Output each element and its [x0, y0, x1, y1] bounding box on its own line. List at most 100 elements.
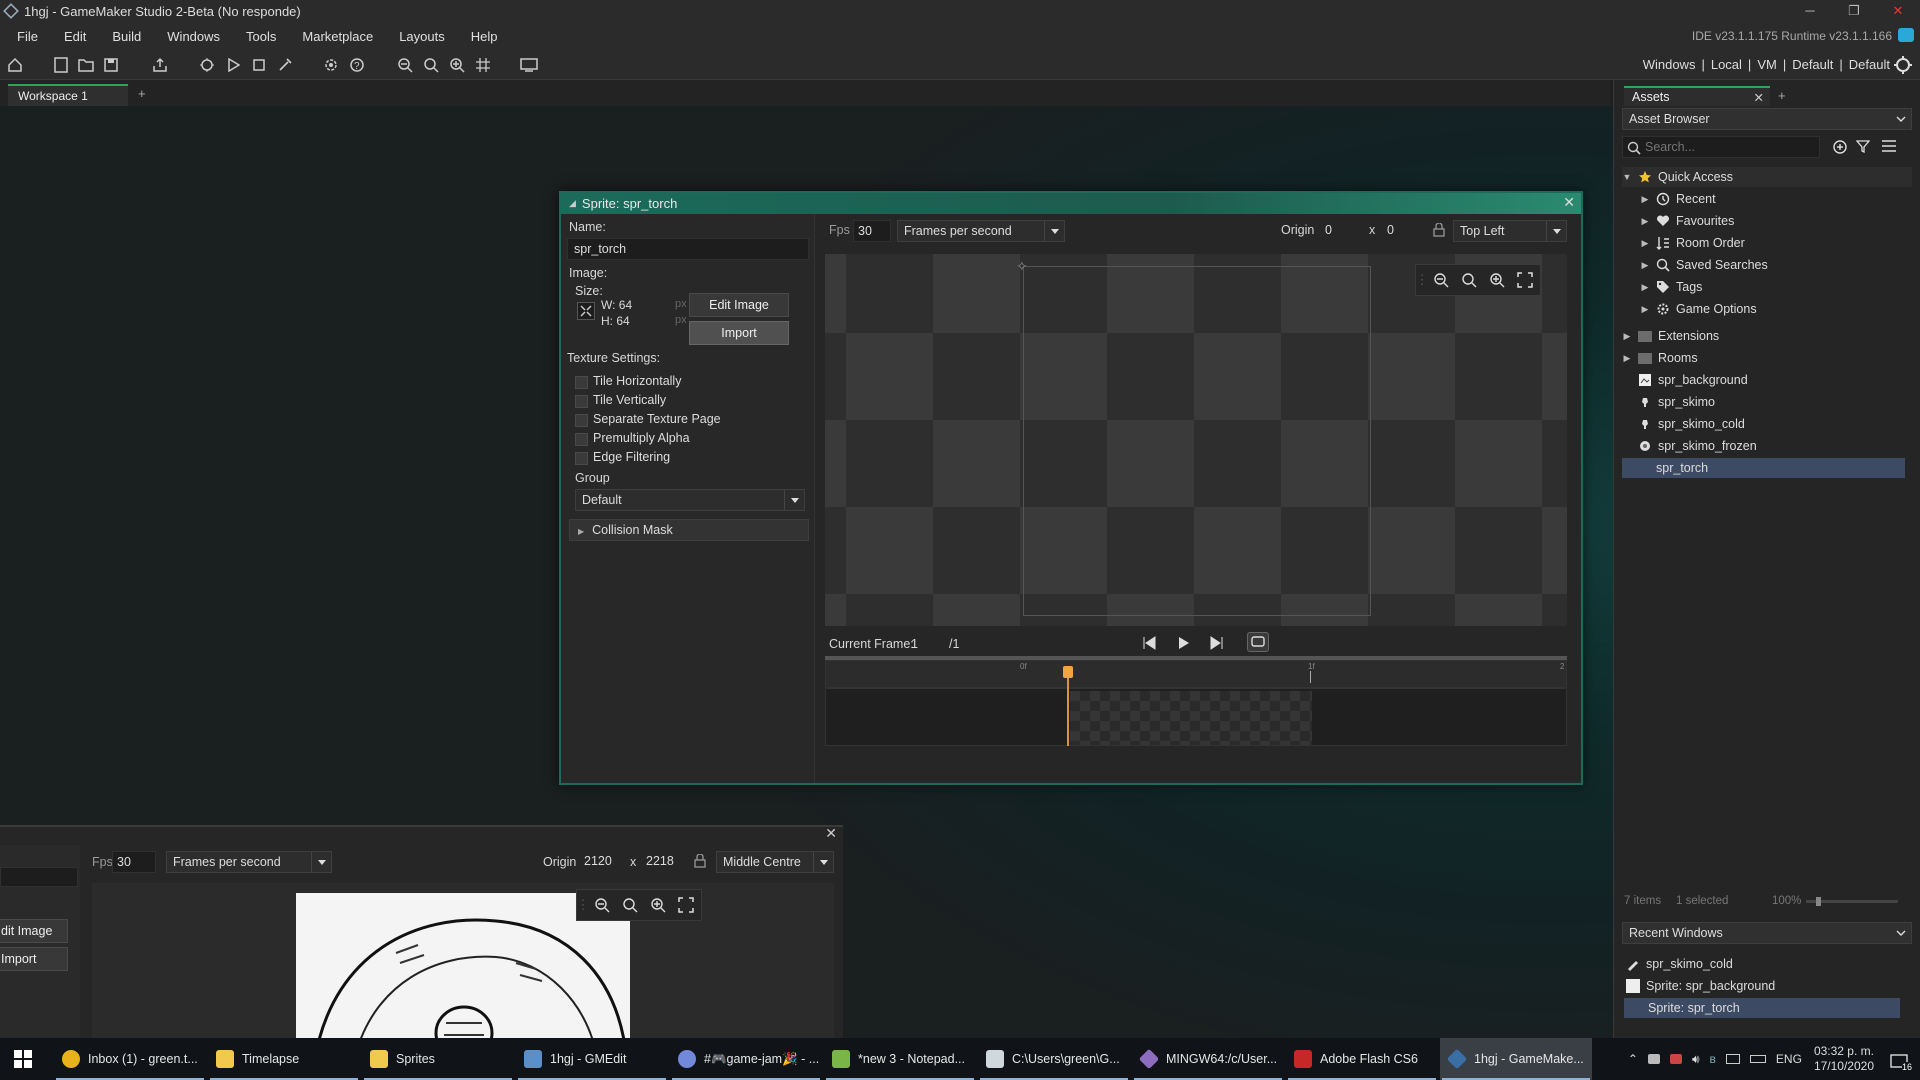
asset-browser-select[interactable]: Asset Browser — [1622, 108, 1912, 130]
origin-y-input[interactable]: 0 — [1381, 220, 1421, 242]
fps-mode-select[interactable]: Frames per second — [897, 220, 1065, 242]
recent-window-item[interactable]: Sprite: spr_background — [1626, 976, 1916, 996]
asset-spr-skimo[interactable]: spr_skimo — [1638, 392, 1920, 412]
loop-icon[interactable] — [1247, 632, 1269, 652]
workspace-canvas[interactable]: ◢ Sprite: spr_torch ✕ Name: spr_torch Im… — [0, 106, 1613, 1038]
settings-gear-icon[interactable] — [320, 54, 342, 76]
app-tray-icon[interactable] — [1647, 1054, 1660, 1064]
taskbar-item-mingw[interactable]: MINGW64:/c/User... — [1132, 1038, 1284, 1080]
menu-windows[interactable]: Windows — [154, 29, 233, 44]
menu-tools[interactable]: Tools — [233, 29, 289, 44]
zoom-out-icon[interactable] — [394, 54, 416, 76]
tab-workspace-1[interactable]: Workspace 1 — [8, 84, 128, 106]
quick-item-game-options[interactable]: ▶ Game Options — [1640, 299, 1920, 319]
quick-item-tags[interactable]: ▶ Tags — [1640, 277, 1920, 297]
battery-icon[interactable] — [1749, 1055, 1766, 1063]
asset-spr-background[interactable]: spr_background — [1638, 370, 1920, 390]
fps-input-2[interactable]: 30 — [112, 851, 156, 873]
recent-window-item[interactable]: spr_skimo_cold — [1626, 954, 1916, 974]
taskbar-item-explorer[interactable]: C:\Users\green\G... — [978, 1038, 1130, 1080]
tab-assets[interactable]: Assets ✕ — [1624, 86, 1770, 106]
taskbar-item-gamemaker[interactable]: 1hgj - GameMake... — [1440, 1038, 1592, 1080]
close-button[interactable]: ✕ — [1876, 0, 1920, 22]
close-icon[interactable]: ✕ — [825, 825, 837, 842]
add-panel-button[interactable]: + — [1778, 88, 1786, 103]
target-platform[interactable]: Windows — [1643, 57, 1696, 72]
close-icon[interactable]: ✕ — [1563, 194, 1575, 211]
taskbar-item-gmedit[interactable]: 1hgj - GMEdit — [516, 1038, 668, 1080]
name-field-2[interactable] — [0, 867, 78, 887]
zoom-slider-handle[interactable] — [1816, 897, 1821, 906]
edge-filtering-checkbox[interactable] — [575, 452, 588, 465]
group-select[interactable]: Default — [575, 489, 805, 511]
tile-vertically-checkbox[interactable] — [575, 395, 588, 408]
fit-to-screen-icon[interactable] — [1513, 268, 1537, 292]
zoom-slider[interactable] — [1806, 897, 1898, 906]
premultiply-alpha-checkbox[interactable] — [575, 433, 588, 446]
open-project-icon[interactable] — [75, 54, 97, 76]
height-value[interactable]: H: 64 — [601, 314, 630, 328]
taskbar-item-timelapse[interactable]: Timelapse — [208, 1038, 360, 1080]
target-settings-icon[interactable] — [1892, 54, 1914, 76]
zoom-in-icon[interactable] — [1485, 268, 1509, 292]
help-icon[interactable]: ? — [346, 54, 368, 76]
filter-icon[interactable] — [1856, 139, 1870, 153]
origin-crosshair-icon[interactable]: ✧ — [1016, 258, 1028, 275]
asset-spr-skimo-frozen[interactable]: spr_skimo_frozen — [1638, 436, 1920, 456]
asset-spr-skimo-cold[interactable]: spr_skimo_cold — [1638, 414, 1920, 434]
play-icon[interactable] — [1175, 635, 1191, 651]
current-frame-input[interactable]: 1 — [905, 634, 945, 656]
volume-icon[interactable]: 🔊︎ — [1692, 1052, 1700, 1067]
import-button[interactable]: Import — [689, 321, 789, 345]
device-icon[interactable] — [518, 54, 540, 76]
separate-texture-page-checkbox[interactable] — [575, 414, 588, 427]
folder-rooms[interactable]: ▶ Rooms — [1622, 348, 1912, 368]
edit-image-button[interactable]: Edit Image — [689, 293, 789, 317]
add-workspace-button[interactable]: + — [138, 86, 146, 101]
menu-icon[interactable] — [1882, 140, 1896, 152]
quick-item-room-order[interactable]: ▶ Room Order — [1640, 233, 1920, 253]
asset-search[interactable] — [1622, 136, 1820, 158]
zoom-in-icon[interactable] — [646, 893, 670, 917]
language-indicator[interactable]: ENG — [1776, 1052, 1802, 1066]
minimize-button[interactable]: ─ — [1788, 0, 1832, 22]
sprite-canvas[interactable]: ✧ ⋮ — [825, 254, 1567, 626]
clean-icon[interactable] — [274, 54, 296, 76]
last-frame-icon[interactable] — [1209, 635, 1225, 651]
maximize-button[interactable]: ❐ — [1832, 0, 1876, 22]
clock[interactable]: 03:32 p. m. 17/10/2020 — [1814, 1044, 1874, 1074]
stop-icon[interactable] — [248, 54, 270, 76]
drag-handle-icon[interactable]: ⋮ — [577, 893, 590, 917]
sprite-editor-header[interactable]: ◢ Sprite: spr_torch ✕ — [561, 193, 1581, 214]
tile-horizontally-checkbox[interactable] — [575, 376, 588, 389]
target-selector[interactable]: Windows | Local | VM | Default | Default — [1643, 57, 1890, 72]
quick-item-recent[interactable]: ▶ Recent — [1640, 189, 1920, 209]
show-hidden-icons-icon[interactable]: ⌃ — [1628, 1052, 1638, 1066]
zoom-in-icon[interactable] — [446, 54, 468, 76]
frame-thumbnail[interactable] — [1070, 691, 1312, 745]
home-icon[interactable] — [4, 54, 26, 76]
close-icon[interactable]: ✕ — [1754, 90, 1764, 105]
recent-windows-select[interactable]: Recent Windows — [1622, 922, 1912, 944]
network-icon[interactable] — [1725, 1054, 1740, 1064]
quick-item-saved-searches[interactable]: ▶ Saved Searches — [1640, 255, 1920, 275]
origin-preset-select-2[interactable]: Middle Centre — [716, 851, 834, 873]
resize-icon[interactable] — [577, 302, 595, 320]
debug-icon[interactable] — [196, 54, 218, 76]
name-field[interactable]: spr_torch — [567, 238, 809, 260]
windows-start-icon[interactable] — [14, 1050, 32, 1068]
fps-input[interactable]: 30 — [853, 220, 891, 242]
origin-x-input-2[interactable]: 2120 — [578, 851, 628, 873]
taskbar-item-sprites[interactable]: Sprites — [362, 1038, 514, 1080]
chat-bubble-icon[interactable] — [1898, 28, 1914, 42]
grid-icon[interactable] — [472, 54, 494, 76]
quick-item-favourites[interactable]: ▶ Favourites — [1640, 211, 1920, 231]
zoom-reset-icon[interactable] — [1457, 268, 1481, 292]
asset-spr-torch[interactable]: spr_torch — [1622, 458, 1905, 478]
origin-x-input[interactable]: 0 — [1319, 220, 1365, 242]
folder-extensions[interactable]: ▶ Extensions — [1622, 326, 1912, 346]
new-project-icon[interactable] — [50, 54, 72, 76]
collision-mask-section[interactable]: ▶ Collision Mask — [569, 519, 809, 541]
notifications-icon[interactable]: 16 — [1886, 1048, 1912, 1072]
export-icon[interactable] — [149, 54, 171, 76]
